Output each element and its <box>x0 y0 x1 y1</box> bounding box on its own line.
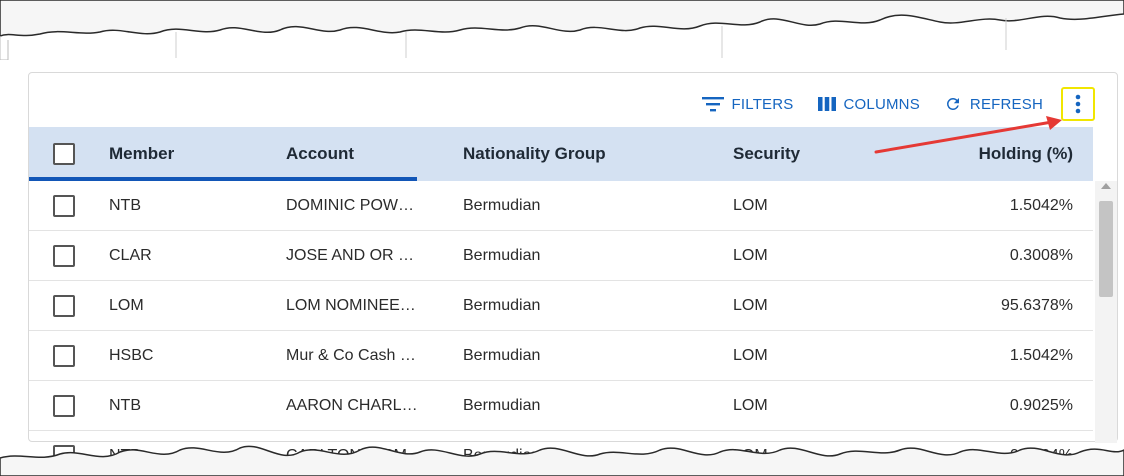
column-header-nationality-group[interactable]: Nationality Group <box>463 144 733 164</box>
cell-security: LOM <box>733 396 768 414</box>
scrollbar-thumb[interactable] <box>1099 201 1113 297</box>
scroll-up-arrow-icon[interactable] <box>1101 183 1111 189</box>
table-row[interactable]: NTB AARON CHARL… Bermudian LOM 0.9025% <box>29 381 1093 431</box>
cell-member: NTB <box>109 396 141 414</box>
cell-account: Mur & Co Cash … <box>286 346 416 364</box>
column-header-account[interactable]: Account <box>286 144 463 164</box>
cell-account: LOM NOMINEE… <box>286 296 416 314</box>
filters-button[interactable]: FILTERS <box>701 95 794 113</box>
cell-security: LOM <box>733 246 768 264</box>
cell-security: LOM <box>733 296 768 314</box>
grid-body: NTB DOMINIC POW… Bermudian LOM 1.5042% C… <box>29 181 1093 476</box>
table-row[interactable]: HSBC Mur & Co Cash … Bermudian LOM 1.504… <box>29 331 1093 381</box>
cell-nationality: Bermudian <box>463 396 541 414</box>
cell-member: NTB <box>109 196 141 214</box>
row-checkbox[interactable] <box>53 294 75 317</box>
filters-label: FILTERS <box>731 95 794 113</box>
row-checkbox[interactable] <box>53 344 75 367</box>
cell-holding: 0.3008% <box>1009 246 1073 264</box>
cell-member: HSBC <box>109 346 154 364</box>
cell-nationality: Bermudian <box>463 196 541 214</box>
view-column-icon <box>817 97 836 111</box>
row-checkbox[interactable] <box>53 394 75 417</box>
more-vertical-icon <box>1075 94 1081 114</box>
table-row[interactable]: CLAR JOSE AND OR … Bermudian LOM 0.3008% <box>29 231 1093 281</box>
select-all-checkbox[interactable] <box>53 143 75 165</box>
cell-holding: 1.5042% <box>1009 346 1073 364</box>
table-row[interactable]: NTB DOMINIC POW… Bermudian LOM 1.5042% <box>29 181 1093 231</box>
torn-edge-bottom <box>0 445 1124 476</box>
cell-nationality: Bermudian <box>463 246 541 264</box>
torn-edge-top <box>0 0 1124 60</box>
cell-account: JOSE AND OR … <box>286 246 415 264</box>
column-header-member[interactable]: Member <box>109 144 286 164</box>
cell-account: DOMINIC POW… <box>286 196 414 214</box>
annotation-arrow-icon <box>874 116 1062 154</box>
cell-holding: 95.6378% <box>1000 296 1073 314</box>
row-checkbox[interactable] <box>53 244 75 267</box>
table-row[interactable]: LOM LOM NOMINEE… Bermudian LOM 95.6378% <box>29 281 1093 331</box>
cell-holding: 0.9025% <box>1009 396 1073 414</box>
cell-security: LOM <box>733 346 768 364</box>
cell-holding: 1.5042% <box>1009 196 1073 214</box>
cell-nationality: Bermudian <box>463 346 541 364</box>
cell-member: LOM <box>109 296 144 314</box>
cell-security: LOM <box>733 196 768 214</box>
filter-lines-icon <box>701 97 724 112</box>
cell-account: AARON CHARL… <box>286 396 418 414</box>
cell-nationality: Bermudian <box>463 296 541 314</box>
vertical-scrollbar[interactable] <box>1095 181 1117 443</box>
row-checkbox[interactable] <box>53 194 75 217</box>
cell-member: CLAR <box>109 246 152 264</box>
